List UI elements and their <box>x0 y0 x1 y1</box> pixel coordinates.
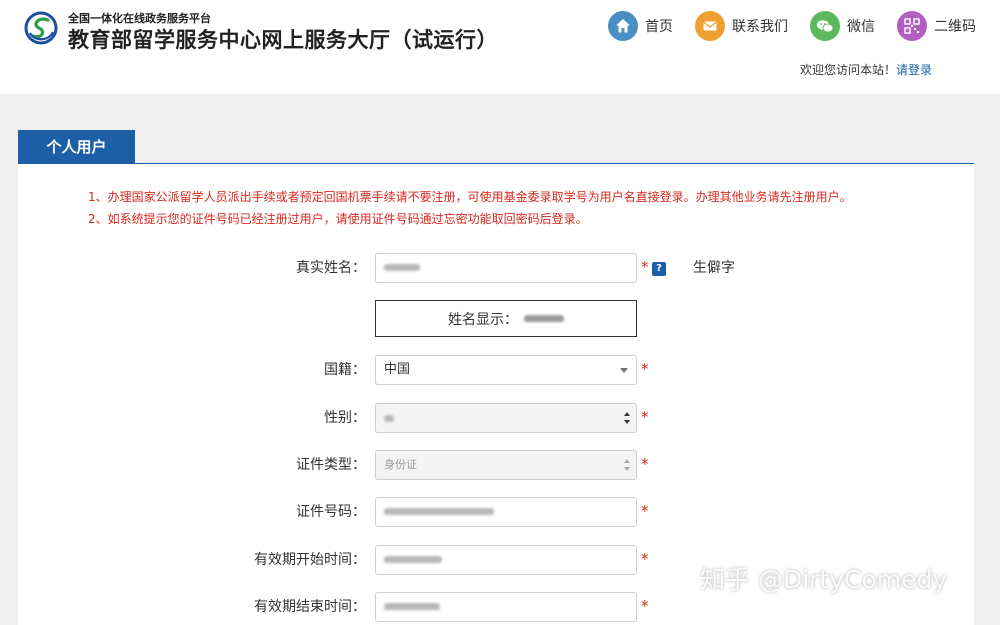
nav-home-label: 首页 <box>645 19 673 35</box>
welcome-text: 欢迎您访问本站！ <box>799 63 896 77</box>
nav-wechat-label: 微信 <box>847 19 875 35</box>
rare-character-link[interactable]: 生僻字 <box>693 253 735 283</box>
site-title: 教育部留学服务中心网上服务大厅（试运行） <box>68 28 498 52</box>
nav-contact-label: 联系我们 <box>732 19 788 35</box>
nav-contact[interactable]: 联系我们 <box>695 11 788 41</box>
wechat-icon <box>810 11 840 41</box>
id-number-input[interactable] <box>375 497 637 527</box>
row-nationality: 国籍： 中国 * <box>0 355 1000 385</box>
nationality-value: 中国 <box>384 362 411 377</box>
valid-start-label: 有效期开始时间： <box>254 552 366 568</box>
required-mark: * <box>641 258 649 276</box>
select-arrows-icon <box>624 412 630 424</box>
nav-home[interactable]: 首页 <box>608 11 673 41</box>
id-type-label: 证件类型： <box>296 457 366 473</box>
name-display-box: 姓名显示： <box>375 300 637 337</box>
home-icon <box>608 11 638 41</box>
id-type-value: 身份证 <box>384 458 417 471</box>
row-real-name: 真实姓名： * ? 生僻字 <box>0 253 1000 283</box>
nationality-select[interactable]: 中国 <box>375 355 637 385</box>
name-display-label: 姓名显示： <box>448 311 518 328</box>
row-id-number: 证件号码： * <box>0 497 1000 527</box>
id-number-label: 证件号码： <box>296 504 366 520</box>
required-mark: * <box>641 597 649 615</box>
required-mark: * <box>641 360 649 378</box>
gender-select[interactable] <box>375 403 637 433</box>
help-icon[interactable]: ? <box>652 262 666 276</box>
notice-1: 1、办理国家公派留学人员派出手续或者预定回国机票手续请不要注册，可使用基金委录取… <box>88 190 852 204</box>
nav-qrcode[interactable]: 二维码 <box>897 11 976 41</box>
login-link[interactable]: 请登录 <box>896 63 932 77</box>
welcome-bar: 欢迎您访问本站！请登录 <box>800 61 932 78</box>
valid-end-label: 有效期结束时间： <box>254 599 366 615</box>
notice-2: 2、如系统提示您的证件号码已经注册过用户，请使用证件号码通过忘密功能取回密码后登… <box>88 212 588 226</box>
nav-qrcode-label: 二维码 <box>934 19 976 35</box>
nav-wechat[interactable]: 微信 <box>810 11 875 41</box>
real-name-label: 真实姓名： <box>296 260 366 276</box>
row-gender: 性别： * <box>0 403 1000 433</box>
tab-personal-user[interactable]: 个人用户 <box>18 130 135 163</box>
mail-icon <box>695 11 725 41</box>
site-header: 全国一体化在线政务服务平台 教育部留学服务中心网上服务大厅（试运行） 首页 联系… <box>0 0 1000 94</box>
watermark-text: 知乎 @DirtyComedy <box>700 565 948 594</box>
valid-start-input[interactable] <box>375 545 637 575</box>
cscse-logo-icon[interactable] <box>24 11 58 45</box>
id-type-select[interactable]: 身份证 <box>375 450 637 480</box>
qrcode-icon <box>897 11 927 41</box>
name-display-value <box>524 315 564 322</box>
gender-label: 性别： <box>324 410 366 426</box>
row-valid-end: 有效期结束时间： * <box>0 592 1000 622</box>
required-mark: * <box>641 550 649 568</box>
select-arrows-icon <box>624 459 630 471</box>
required-mark: * <box>641 408 649 426</box>
nationality-label: 国籍： <box>324 362 366 378</box>
required-mark: * <box>641 455 649 473</box>
top-nav: 首页 联系我们 微信 二维码 <box>586 11 976 41</box>
real-name-input[interactable] <box>375 253 637 283</box>
required-mark: * <box>641 502 649 520</box>
valid-end-input[interactable] <box>375 592 637 622</box>
row-id-type: 证件类型： 身份证 * <box>0 450 1000 480</box>
